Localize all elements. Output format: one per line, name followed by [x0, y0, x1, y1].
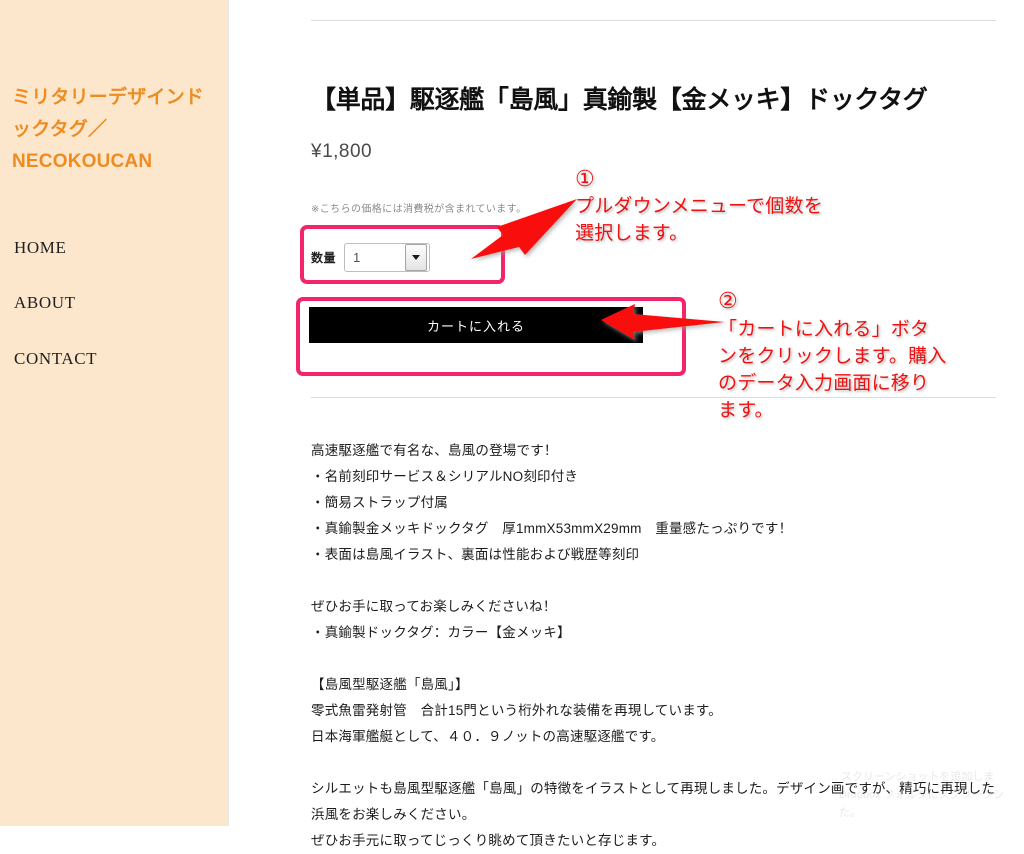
product-price: ¥1,800 — [311, 141, 373, 162]
sidebar-item-contact[interactable]: CONTACT — [14, 349, 97, 369]
description-line: 【島風型駆逐艦「島風」】 — [311, 677, 469, 692]
sidebar-item-about[interactable]: ABOUT — [14, 293, 76, 313]
watermark-line-1: … スクリーンショットを追加しま — [827, 771, 995, 783]
description-line: 零式魚雷発射管 合計15門という桁外れな装備を再現しています。 — [311, 703, 722, 718]
description-line: 日本海軍艦艇として、４０．９ノットの高速駆逐艦です。 — [311, 729, 665, 744]
description-line: ぜひお手に取ってお楽しみくださいね！ — [311, 599, 557, 614]
quantity-select[interactable]: 1 — [344, 243, 431, 272]
description-line: ・真鍮製金メッキドックタグ 厚1mmX53mmX29mm 重量感たっぷりです！ — [311, 521, 793, 536]
description-line: ・名前刻印サービス＆シリアルNO刻印付き — [311, 469, 579, 484]
description-line: ぜひお手元に取ってじっくり眺めて頂きたいと存じます。 — [311, 833, 666, 848]
annotation-number-2: ② — [718, 288, 738, 313]
tax-note: ※こちらの価格には消費税が含まれています。 — [311, 204, 527, 215]
description-line: 高速駆逐艦で有名な、島風の登場です！ — [311, 443, 558, 458]
sidebar-item-home[interactable]: HOME — [14, 238, 66, 258]
description-line: ・簡易ストラップ付属 — [311, 495, 448, 510]
annotation-text-2: 「カートに入れる」ボタンをクリックします。購入のデータ入力画面に移ります。 — [718, 319, 947, 421]
main-content: 【単品】駆逐艦「島風」真鍮製【金メッキ】ドックタグ ¥1,800 ※こちらの価格… — [229, 0, 1024, 848]
chevron-down-icon[interactable] — [405, 244, 428, 271]
add-to-cart-button[interactable]: カートに入れる — [309, 307, 643, 343]
top-divider — [311, 20, 996, 21]
watermark-line-3: た。 — [839, 807, 861, 819]
description-line: ・表面は島風イラスト、裏面は性能および戦歴等刻印 — [311, 547, 640, 562]
quantity-row: 数量 1 — [311, 243, 431, 272]
quantity-selected-value: 1 — [353, 250, 361, 265]
dropbox-notification-watermark: … スクリーンショットを追加しま Dropbox フォルダにスクリーンシ た。 — [827, 768, 1024, 822]
annotation-number-1: ① — [575, 166, 595, 191]
sidebar: ミリタリーデザインドックタグ／NECOKOUCAN HOME ABOUT CON… — [0, 0, 229, 826]
middle-divider — [311, 397, 996, 398]
site-title: ミリタリーデザインドックタグ／NECOKOUCAN — [12, 87, 205, 172]
page-title: 【単品】駆逐艦「島風」真鍮製【金メッキ】ドックタグ — [311, 86, 928, 114]
annotation-text-1: プルダウンメニューで個数を選択します。 — [575, 196, 823, 244]
watermark-line-2: Dropbox フォルダにスクリーンシ — [839, 789, 1005, 801]
quantity-label: 数量 — [311, 251, 337, 265]
description-line: ・真鍮製ドックタグ：カラー【金メッキ】 — [311, 625, 571, 640]
